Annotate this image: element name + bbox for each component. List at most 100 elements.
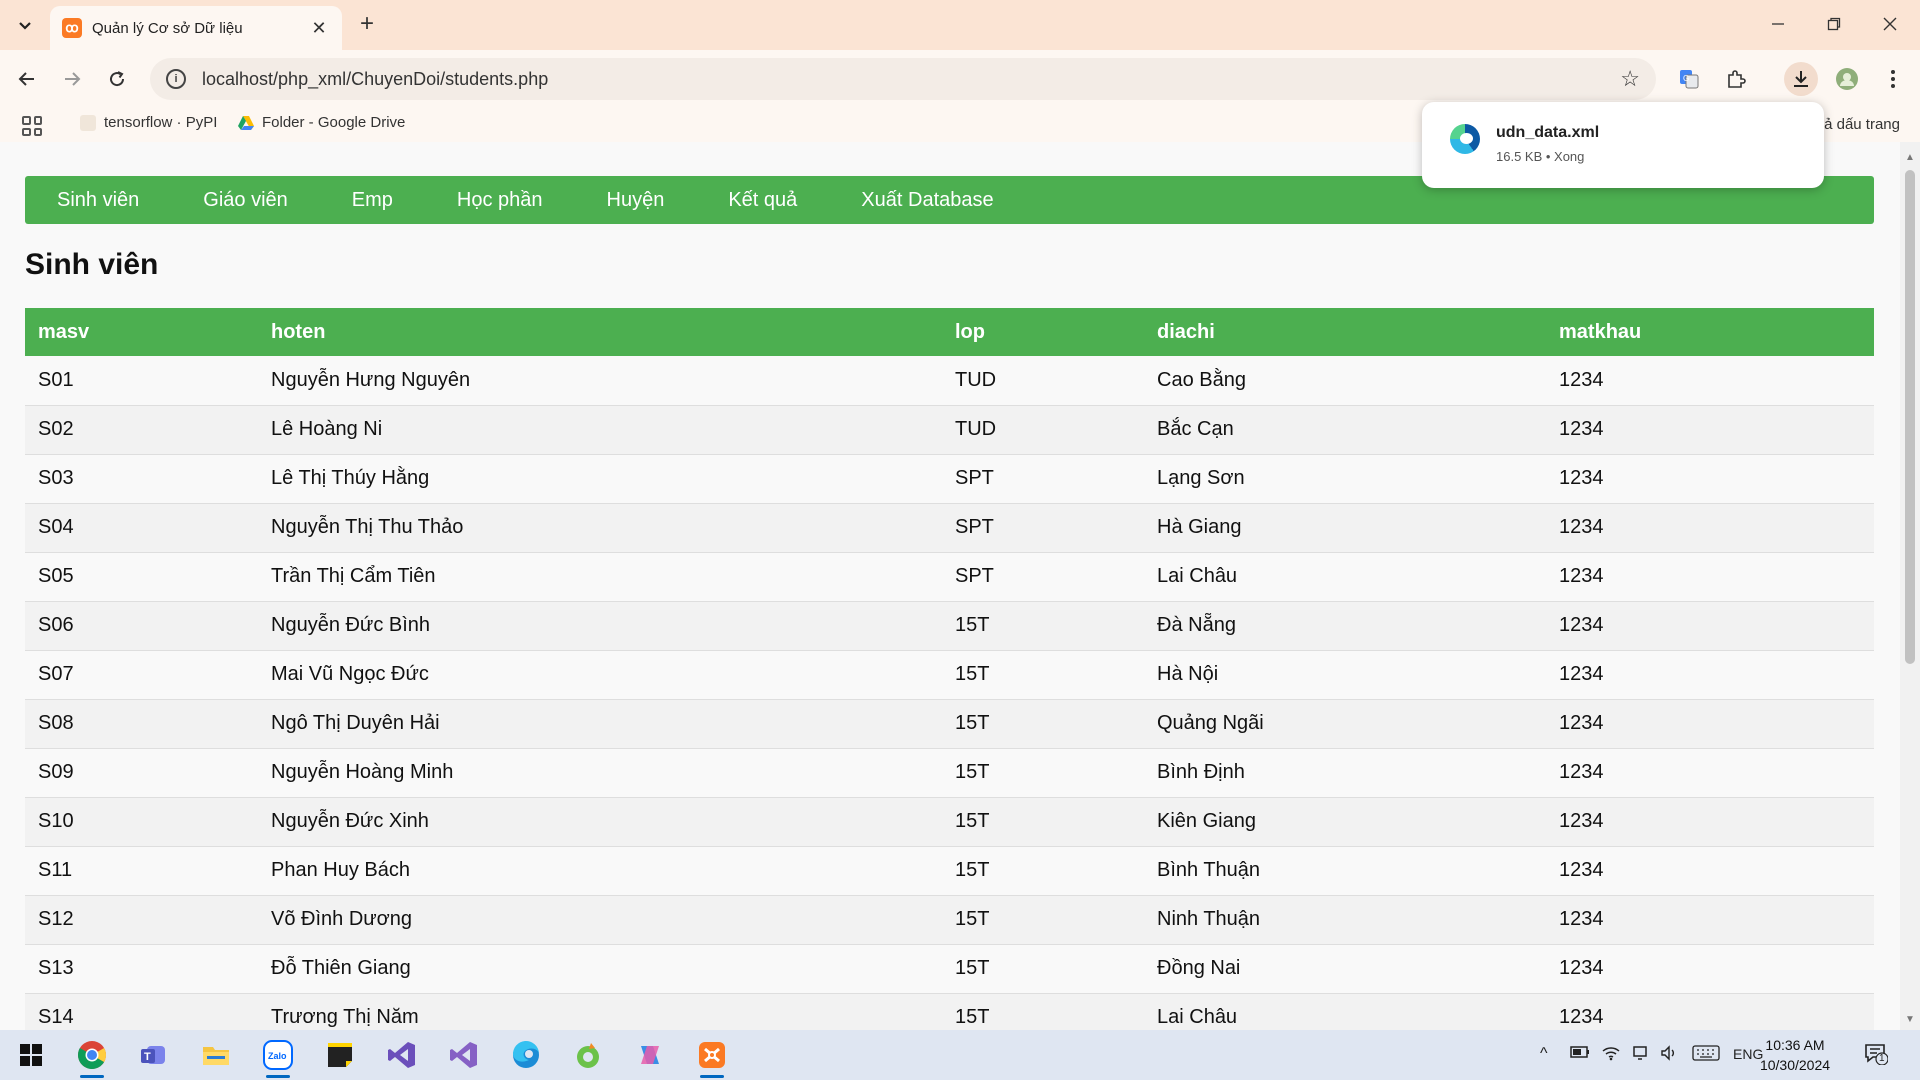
tab-active[interactable]: ꝏ Quản lý Cơ sở Dữ liệu ✕ xyxy=(50,6,342,50)
table-row: S11 Phan Huy Bách 15T Bình Thuận 1234 xyxy=(25,846,1874,896)
extensions-button[interactable] xyxy=(1719,62,1753,96)
taskbar-visual-studio-preview[interactable] xyxy=(383,1036,421,1074)
system-clock[interactable]: 10:36 AM 10/30/2024 xyxy=(1754,1035,1836,1075)
taskbar-visual-studio[interactable] xyxy=(445,1036,483,1074)
keyboard-icon[interactable] xyxy=(1692,1045,1720,1061)
nav-ket-qua[interactable]: Kết quả xyxy=(696,176,829,224)
table-header-row: masv hoten lop diachi matkhau xyxy=(25,308,1874,356)
more-vertical-icon xyxy=(1891,70,1895,88)
bookmark-star-icon[interactable]: ☆ xyxy=(1620,66,1640,92)
table-row: S14 Trương Thị Năm 15T Lai Châu 1234 xyxy=(25,993,1874,1030)
sticky-notes-icon xyxy=(328,1043,352,1067)
table-row: S09 Nguyễn Hoàng Minh 15T Bình Định 1234 xyxy=(25,748,1874,798)
cell-lop: 15T xyxy=(942,993,1144,1030)
cell-lop: 15T xyxy=(942,699,1144,749)
chevron-up-icon[interactable]: ^ xyxy=(1540,1045,1548,1063)
close-window-button[interactable] xyxy=(1868,8,1912,40)
taskbar-file-explorer[interactable] xyxy=(197,1036,235,1074)
cell-matkhau: 1234 xyxy=(1546,552,1874,602)
cell-lop: 15T xyxy=(942,846,1144,896)
webcam-icon[interactable] xyxy=(1632,1045,1648,1061)
nav-emp[interactable]: Emp xyxy=(320,176,425,224)
profile-avatar[interactable] xyxy=(1830,62,1864,96)
cell-lop: TUD xyxy=(942,405,1144,455)
tab-bar: ꝏ Quản lý Cơ sở Dữ liệu ✕ + xyxy=(0,0,1920,50)
cell-matkhau: 1234 xyxy=(1546,846,1874,896)
speaker-icon[interactable] xyxy=(1660,1045,1678,1061)
taskbar-teams[interactable]: T xyxy=(135,1036,173,1074)
nav-giao-vien[interactable]: Giáo viên xyxy=(171,176,320,224)
cell-diachi: Hà Giang xyxy=(1144,503,1546,553)
chevron-down-icon xyxy=(19,22,31,30)
url-text[interactable]: localhost/php_xml/ChuyenDoi/students.php xyxy=(202,69,1620,90)
taskbar-chrome[interactable] xyxy=(73,1036,111,1078)
download-file-name[interactable]: udn_data.xml xyxy=(1496,124,1599,142)
cell-masv: S06 xyxy=(25,601,258,651)
downloads-button[interactable] xyxy=(1784,62,1818,96)
taskbar-sticky-notes[interactable] xyxy=(321,1036,359,1074)
arrow-right-icon xyxy=(65,72,81,86)
windows-taskbar: T Zalo ^ ENG 10:36 AM 10/30/2024 1 xyxy=(0,1030,1920,1080)
taskbar-copilot[interactable] xyxy=(631,1036,669,1074)
browser-toolbar: i localhost/php_xml/ChuyenDoi/students.p… xyxy=(0,50,1920,108)
translate-button[interactable]: G xyxy=(1672,62,1706,96)
tab-close-icon[interactable]: ✕ xyxy=(308,18,330,39)
restore-button[interactable] xyxy=(1812,8,1856,40)
tab-search-button[interactable] xyxy=(10,10,40,40)
battery-icon[interactable] xyxy=(1570,1045,1590,1059)
all-bookmarks-label[interactable]: ả dấu trang xyxy=(1824,116,1900,133)
bookmark-label: Folder - Google Drive xyxy=(262,114,406,131)
cell-diachi: Cao Bằng xyxy=(1144,356,1546,406)
taskbar-edge[interactable] xyxy=(507,1036,545,1074)
page-scrollbar[interactable]: ▲ ▼ xyxy=(1900,142,1920,1030)
apps-grid-icon[interactable] xyxy=(22,116,42,136)
folder-icon xyxy=(203,1047,229,1065)
close-icon xyxy=(1883,17,1897,31)
site-info-icon[interactable]: i xyxy=(166,69,186,89)
wifi-icon[interactable] xyxy=(1602,1045,1620,1061)
minimize-button[interactable] xyxy=(1756,8,1800,40)
cell-diachi: Ninh Thuận xyxy=(1144,895,1546,945)
nav-huyen[interactable]: Huyện xyxy=(575,176,697,224)
notification-center-button[interactable]: 1 xyxy=(1864,1043,1889,1066)
reload-button[interactable] xyxy=(100,62,134,96)
scroll-up-icon[interactable]: ▲ xyxy=(1904,152,1916,164)
nav-hoc-phan[interactable]: Học phần xyxy=(425,176,575,224)
cell-matkhau: 1234 xyxy=(1546,405,1874,455)
taskbar-coccoc[interactable] xyxy=(569,1036,607,1074)
table-row: S04 Nguyễn Thị Thu Thảo SPT Hà Giang 1234 xyxy=(25,503,1874,553)
table-row: S07 Mai Vũ Ngọc Đức 15T Hà Nội 1234 xyxy=(25,650,1874,700)
cell-masv: S08 xyxy=(25,699,258,749)
cell-matkhau: 1234 xyxy=(1546,454,1874,504)
scroll-thumb[interactable] xyxy=(1905,170,1915,664)
cell-diachi: Bình Thuận xyxy=(1144,846,1546,896)
svg-text:Zalo: Zalo xyxy=(268,1051,287,1061)
notification-count: 1 xyxy=(1879,1053,1885,1064)
copilot-icon xyxy=(641,1046,659,1064)
taskbar-xampp[interactable] xyxy=(693,1036,731,1078)
cell-lop: 15T xyxy=(942,895,1144,945)
nav-sinh-vien[interactable]: Sinh viên xyxy=(25,176,171,224)
taskbar-zalo[interactable]: Zalo xyxy=(259,1036,297,1078)
chrome-icon xyxy=(78,1041,106,1069)
bookmark-google-drive[interactable]: Folder - Google Drive xyxy=(238,114,405,131)
restore-icon xyxy=(1827,17,1841,31)
back-button[interactable] xyxy=(10,62,44,96)
svg-text:T: T xyxy=(144,1051,151,1063)
column-header-lop: lop xyxy=(942,308,1144,356)
scroll-down-icon[interactable]: ▼ xyxy=(1904,1014,1916,1026)
xampp-icon xyxy=(699,1042,725,1068)
table-row: S06 Nguyễn Đức Bình 15T Đà Nẵng 1234 xyxy=(25,601,1874,651)
minimize-icon xyxy=(1772,23,1784,25)
new-tab-button[interactable]: + xyxy=(352,10,382,40)
browser-menu-button[interactable] xyxy=(1876,62,1910,96)
address-bar[interactable]: i localhost/php_xml/ChuyenDoi/students.p… xyxy=(150,58,1656,100)
cell-diachi: Lai Châu xyxy=(1144,993,1546,1030)
bookmark-tensorflow[interactable]: tensorflow · PyPI xyxy=(80,114,217,131)
download-bubble[interactable]: udn_data.xml 16.5 KB • Xong xyxy=(1422,102,1824,188)
nav-xuat-database[interactable]: Xuất Database xyxy=(829,176,1025,224)
forward-button[interactable] xyxy=(55,62,89,96)
cell-hoten: Nguyễn Đức Xinh xyxy=(258,797,942,847)
start-button[interactable] xyxy=(12,1036,50,1074)
cell-lop: 15T xyxy=(942,748,1144,798)
